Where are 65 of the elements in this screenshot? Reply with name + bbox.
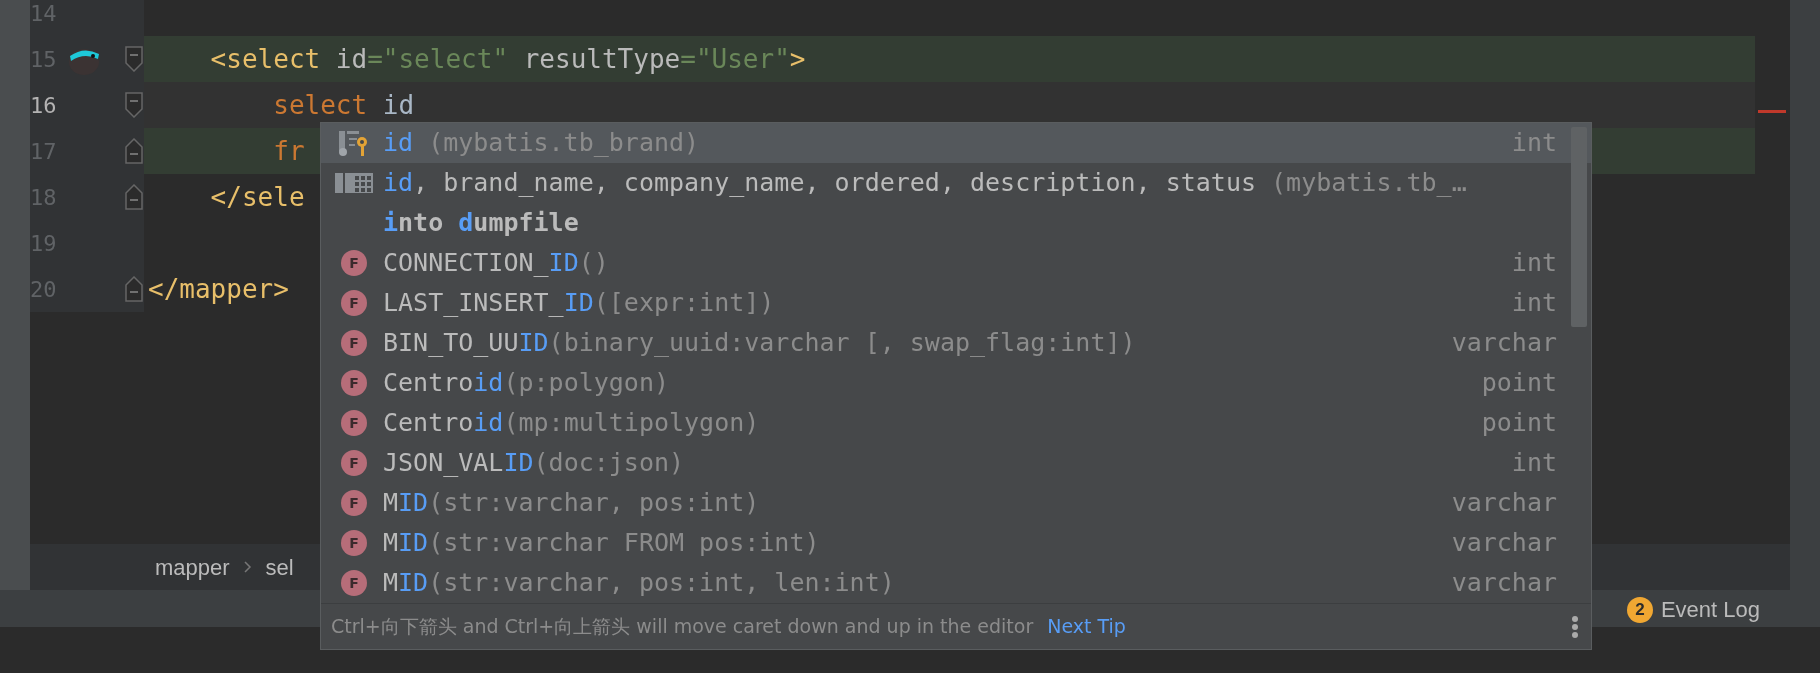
key-column-icon	[338, 129, 370, 157]
completion-item[interactable]: F Centroid(mp:multipolygon) point	[321, 403, 1591, 443]
function-badge-icon: F	[341, 450, 367, 476]
function-badge-icon: F	[341, 570, 367, 596]
breadcrumb-item[interactable]: sel	[265, 550, 294, 584]
function-badge-icon: F	[341, 370, 367, 396]
function-badge-icon: F	[341, 330, 367, 356]
completion-item[interactable]: F MID(str:varchar FROM pos:int) varchar	[321, 523, 1591, 563]
fold-marker-icon[interactable]	[125, 138, 143, 164]
completion-text: MID(str:varchar, pos:int, len:int)	[383, 567, 895, 600]
completion-text: id (mybatis.tb_brand)	[383, 127, 700, 160]
type-label: int	[1511, 247, 1557, 280]
type-label: int	[1511, 287, 1557, 320]
function-badge-icon: F	[341, 530, 367, 556]
completion-text: LAST_INSERT_ID([expr:int])	[383, 287, 775, 320]
completion-item[interactable]: F JSON_VALID(doc:json) int	[321, 443, 1591, 483]
type-label: varchar	[1451, 527, 1557, 560]
completion-item[interactable]: into dumpfile	[321, 203, 1591, 243]
fold-marker-icon[interactable]	[125, 92, 143, 118]
code-line: <select id="select" resultType="User">	[209, 42, 806, 76]
code-line: fr	[272, 134, 305, 168]
function-badge-icon: F	[341, 290, 367, 316]
event-log-button[interactable]: Event Log	[1660, 593, 1760, 626]
type-label: int	[1511, 447, 1557, 480]
function-badge-icon: F	[341, 410, 367, 436]
completion-text: CONNECTION_ID()	[383, 247, 609, 280]
completion-text: BIN_TO_UUID(binary_uuid:varchar [, swap_flag:int])	[383, 327, 1136, 360]
code-line: select id	[272, 88, 415, 122]
fold-marker-icon[interactable]	[125, 46, 143, 72]
event-count-badge: 2	[1626, 596, 1653, 623]
line-number: 16	[30, 91, 54, 120]
code-line: </sele	[209, 180, 305, 214]
table-icon	[334, 171, 374, 195]
type-label: varchar	[1451, 327, 1557, 360]
completion-item[interactable]: F Centroid(p:polygon) point	[321, 363, 1591, 403]
tip-text: Ctrl+向下箭头 and Ctrl+向上箭头 will move caret down and up in the editor	[331, 614, 1034, 640]
chevron-icon	[243, 561, 252, 573]
next-tip-link[interactable]: Next Tip	[1047, 612, 1126, 641]
type-label: point	[1481, 407, 1557, 440]
fold-marker-icon[interactable]	[125, 276, 143, 302]
completion-text: into dumpfile	[383, 207, 579, 240]
completion-item[interactable]: F LAST_INSERT_ID([expr:int]) int	[321, 283, 1591, 323]
breadcrumb-item[interactable]: mapper	[155, 550, 230, 584]
completion-item[interactable]: F MID(str:varchar, pos:int) varchar	[321, 483, 1591, 523]
fold-marker-icon[interactable]	[125, 184, 143, 210]
error-stripe-mark	[1758, 110, 1786, 113]
type-label: varchar	[1451, 487, 1557, 520]
type-label: point	[1481, 367, 1557, 400]
completion-text: id, brand_name, company_name, ordered, description, status (mybatis.tb_…	[383, 167, 1467, 200]
completion-item[interactable]: id (mybatis.tb_brand) int	[321, 123, 1591, 163]
completion-item[interactable]: id, brand_name, company_name, ordered, description, status (mybatis.tb_…	[321, 163, 1591, 203]
completion-text: MID(str:varchar, pos:int)	[383, 487, 760, 520]
code-line: </mapper>	[148, 272, 289, 306]
completion-item[interactable]: F CONNECTION_ID() int	[321, 243, 1591, 283]
function-badge-icon: F	[341, 490, 367, 516]
completion-text: Centroid(p:polygon)	[383, 367, 669, 400]
type-label: varchar	[1451, 567, 1557, 600]
type-label: int	[1511, 127, 1557, 160]
completion-text: MID(str:varchar FROM pos:int)	[383, 527, 820, 560]
function-badge-icon: F	[341, 250, 367, 276]
more-options-icon[interactable]	[1571, 614, 1579, 639]
completion-item[interactable]: F MID(str:varchar, pos:int, len:int) varchar	[321, 563, 1591, 603]
completion-item[interactable]: F BIN_TO_UUID(binary_uuid:varchar [, swap_flag:int]) varchar	[321, 323, 1591, 363]
completion-text: Centroid(mp:multipolygon)	[383, 407, 760, 440]
completion-text: JSON_VALID(doc:json)	[383, 447, 685, 480]
